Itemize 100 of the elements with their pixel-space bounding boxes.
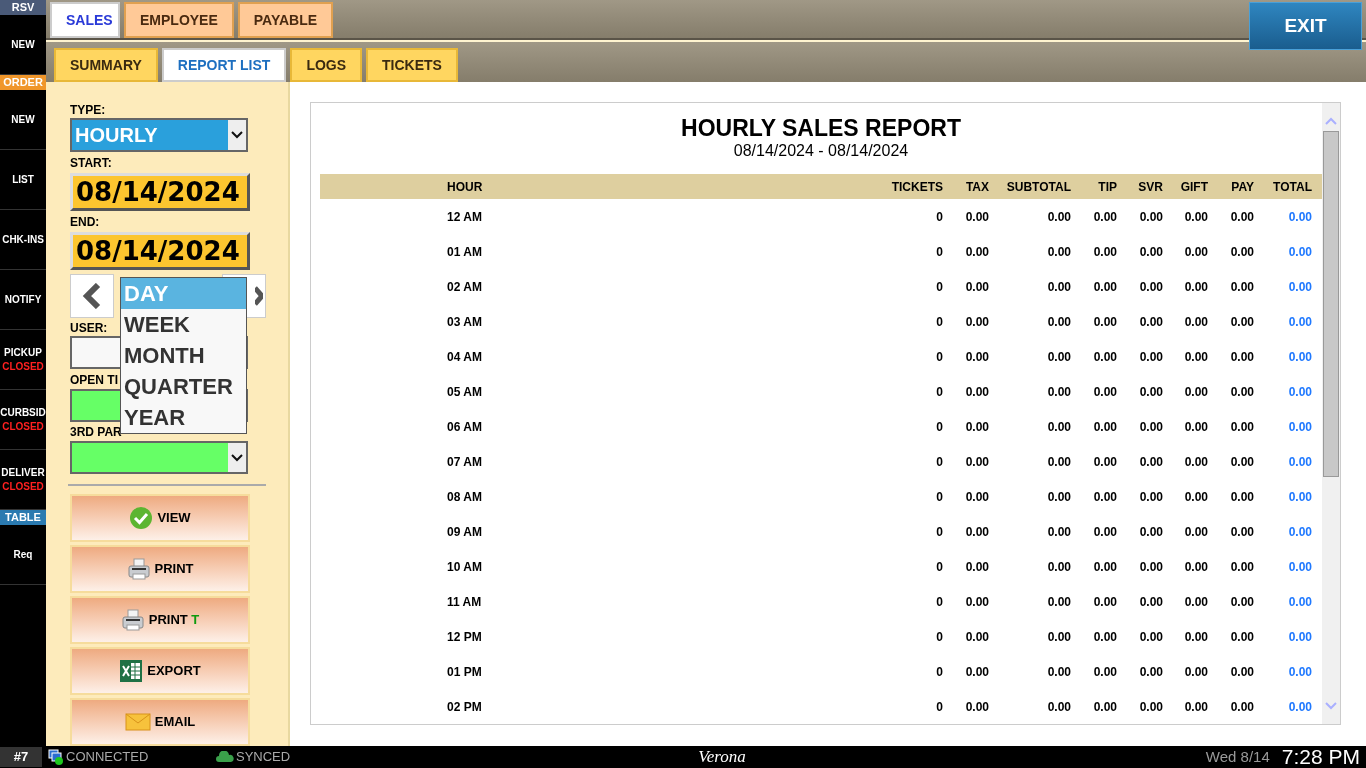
table-cell-text: 0: [935, 663, 943, 681]
action-button[interactable]: EMAIL: [70, 698, 250, 746]
table-cell-text: 0.00: [964, 208, 989, 226]
previous-button[interactable]: [70, 274, 114, 318]
tab[interactable]: SUMMARY: [54, 48, 158, 82]
table-cell-text: 0.00: [1183, 558, 1208, 576]
table-cell-text: 06 AM: [447, 418, 483, 436]
table-cell-text: 12 PM: [447, 628, 483, 646]
tab[interactable]: LOGS: [290, 48, 363, 82]
action-button[interactable]: PRINT T: [70, 596, 250, 644]
table-cell-text: 0.00: [1092, 348, 1117, 366]
column-header: GIFT: [1179, 178, 1208, 196]
table-cell-text: 0.00: [1229, 558, 1254, 576]
table-cell-text: 0.00: [1287, 453, 1312, 471]
table-cell-text: 0.00: [1183, 453, 1208, 471]
tab[interactable]: EMPLOYEE: [124, 2, 234, 38]
table-cell-text: 0.00: [1138, 348, 1163, 366]
action-button[interactable]: EXPORT: [70, 647, 250, 695]
table-cell-text: 0.00: [1092, 208, 1117, 226]
table-cell-text: 0.00: [1092, 593, 1117, 611]
tab[interactable]: REPORT LIST: [161, 48, 287, 82]
table-cell-text: 0.00: [1229, 418, 1254, 436]
table-cell-text: 0.00: [1046, 593, 1071, 611]
table-cell-text: 0: [935, 313, 943, 331]
tab[interactable]: PAYABLE: [237, 2, 334, 38]
end-date-field[interactable]: 08/14/2024: [70, 232, 250, 270]
table-cell-text: 0.00: [1183, 418, 1208, 436]
table-cell-text: 0.00: [1287, 593, 1312, 611]
table-cell-text: 0.00: [1287, 348, 1312, 366]
table-cell-text: 0.00: [1092, 313, 1117, 331]
report-date-range: 08/14/2024 - 08/14/2024: [732, 141, 910, 161]
network-icon: [48, 749, 64, 765]
table-cell-text: 0.00: [1138, 383, 1163, 401]
table-cell-text: 0.00: [1046, 243, 1071, 261]
table-cell-text: 0: [935, 243, 943, 261]
table-cell-text: 0.00: [1183, 278, 1208, 296]
table-cell-text: 11 AM: [447, 593, 483, 611]
scrollbar[interactable]: [1322, 103, 1340, 724]
table-cell-text: 0.00: [1229, 208, 1254, 226]
table-cell-text: 0.00: [964, 278, 989, 296]
action-button[interactable]: PRINT: [70, 545, 250, 593]
table-cell-text: 0.00: [1229, 593, 1254, 611]
table-cell-text: 0.00: [1229, 628, 1254, 646]
table-cell-text: 0.00: [1287, 243, 1312, 261]
menu-item[interactable]: YEAR: [121, 402, 246, 433]
table-cell-text: 0: [935, 628, 943, 646]
field-label: OPEN TI: [70, 372, 118, 389]
table-cell-text: 02 PM: [447, 698, 483, 716]
table-cell-text: 0.00: [1183, 593, 1208, 611]
table-cell-text: 0.00: [1183, 698, 1208, 716]
tab[interactable]: SALES: [50, 2, 120, 38]
table-cell-text: 0.00: [1092, 278, 1117, 296]
location-name: Verona: [698, 746, 746, 768]
table-cell-text: 0.00: [1092, 628, 1117, 646]
table-cell-text: 0.00: [1287, 313, 1312, 331]
table-cell-text: 0.00: [1092, 243, 1117, 261]
column-header: TOTAL: [1272, 178, 1312, 196]
table-cell-text: 0.00: [1092, 383, 1117, 401]
status-date: Wed 8/14: [1205, 746, 1270, 767]
table-cell-text: 0.00: [1229, 453, 1254, 471]
chevron-down-icon: [231, 131, 243, 139]
table-cell-text: 0.00: [1229, 243, 1254, 261]
table-cell-text: 0.00: [1287, 523, 1312, 541]
menu-item[interactable]: WEEK: [121, 309, 246, 340]
third-party-dropdown[interactable]: [70, 441, 248, 475]
table-cell-text: 0.00: [1046, 663, 1071, 681]
table-cell-text: 0.00: [1229, 523, 1254, 541]
table-cell-text: 0.00: [964, 313, 989, 331]
table-cell-text: 0: [935, 698, 943, 716]
scroll-down-icon: [1325, 702, 1337, 710]
menu-item[interactable]: MONTH: [121, 340, 246, 371]
table-cell-text: 0.00: [1183, 383, 1208, 401]
field-label: START:: [70, 155, 113, 172]
start-date-field[interactable]: 08/14/2024: [70, 173, 250, 211]
menu-item[interactable]: QUARTER: [121, 371, 246, 402]
action-button[interactable]: VIEW: [70, 494, 250, 542]
table-cell-text: 0.00: [1287, 383, 1312, 401]
table-cell-text: 0.00: [1138, 313, 1163, 331]
column-header: TIP: [1097, 178, 1117, 196]
sync-status: SYNCED: [236, 748, 291, 767]
exit-button[interactable]: EXIT: [1249, 2, 1362, 50]
report-title: HOURLY SALES REPORT: [680, 115, 962, 141]
table-cell-text: 0.00: [1229, 663, 1254, 681]
table-cell-text: 0.00: [1046, 348, 1071, 366]
connection-status: CONNECTED: [66, 748, 150, 767]
table-cell-text: 0.00: [964, 383, 989, 401]
field-label: TYPE:: [70, 102, 107, 118]
table-cell-text: 0.00: [964, 488, 989, 506]
table-cell-text: 03 AM: [447, 313, 483, 331]
table-cell-text: 0.00: [1183, 663, 1208, 681]
sidebar-header: TABLE: [0, 510, 46, 525]
table-cell-text: 05 AM: [447, 383, 483, 401]
column-header: SUBTOTAL: [1005, 178, 1071, 196]
table-cell-text: 07 AM: [447, 453, 483, 471]
tab[interactable]: TICKETS: [366, 48, 458, 82]
field-label: END:: [70, 214, 101, 231]
table-cell-text: 0.00: [1092, 558, 1117, 576]
table-cell-text: 0.00: [1046, 558, 1071, 576]
table-cell-text: 02 AM: [447, 278, 483, 296]
table-cell-text: 0.00: [1046, 208, 1071, 226]
